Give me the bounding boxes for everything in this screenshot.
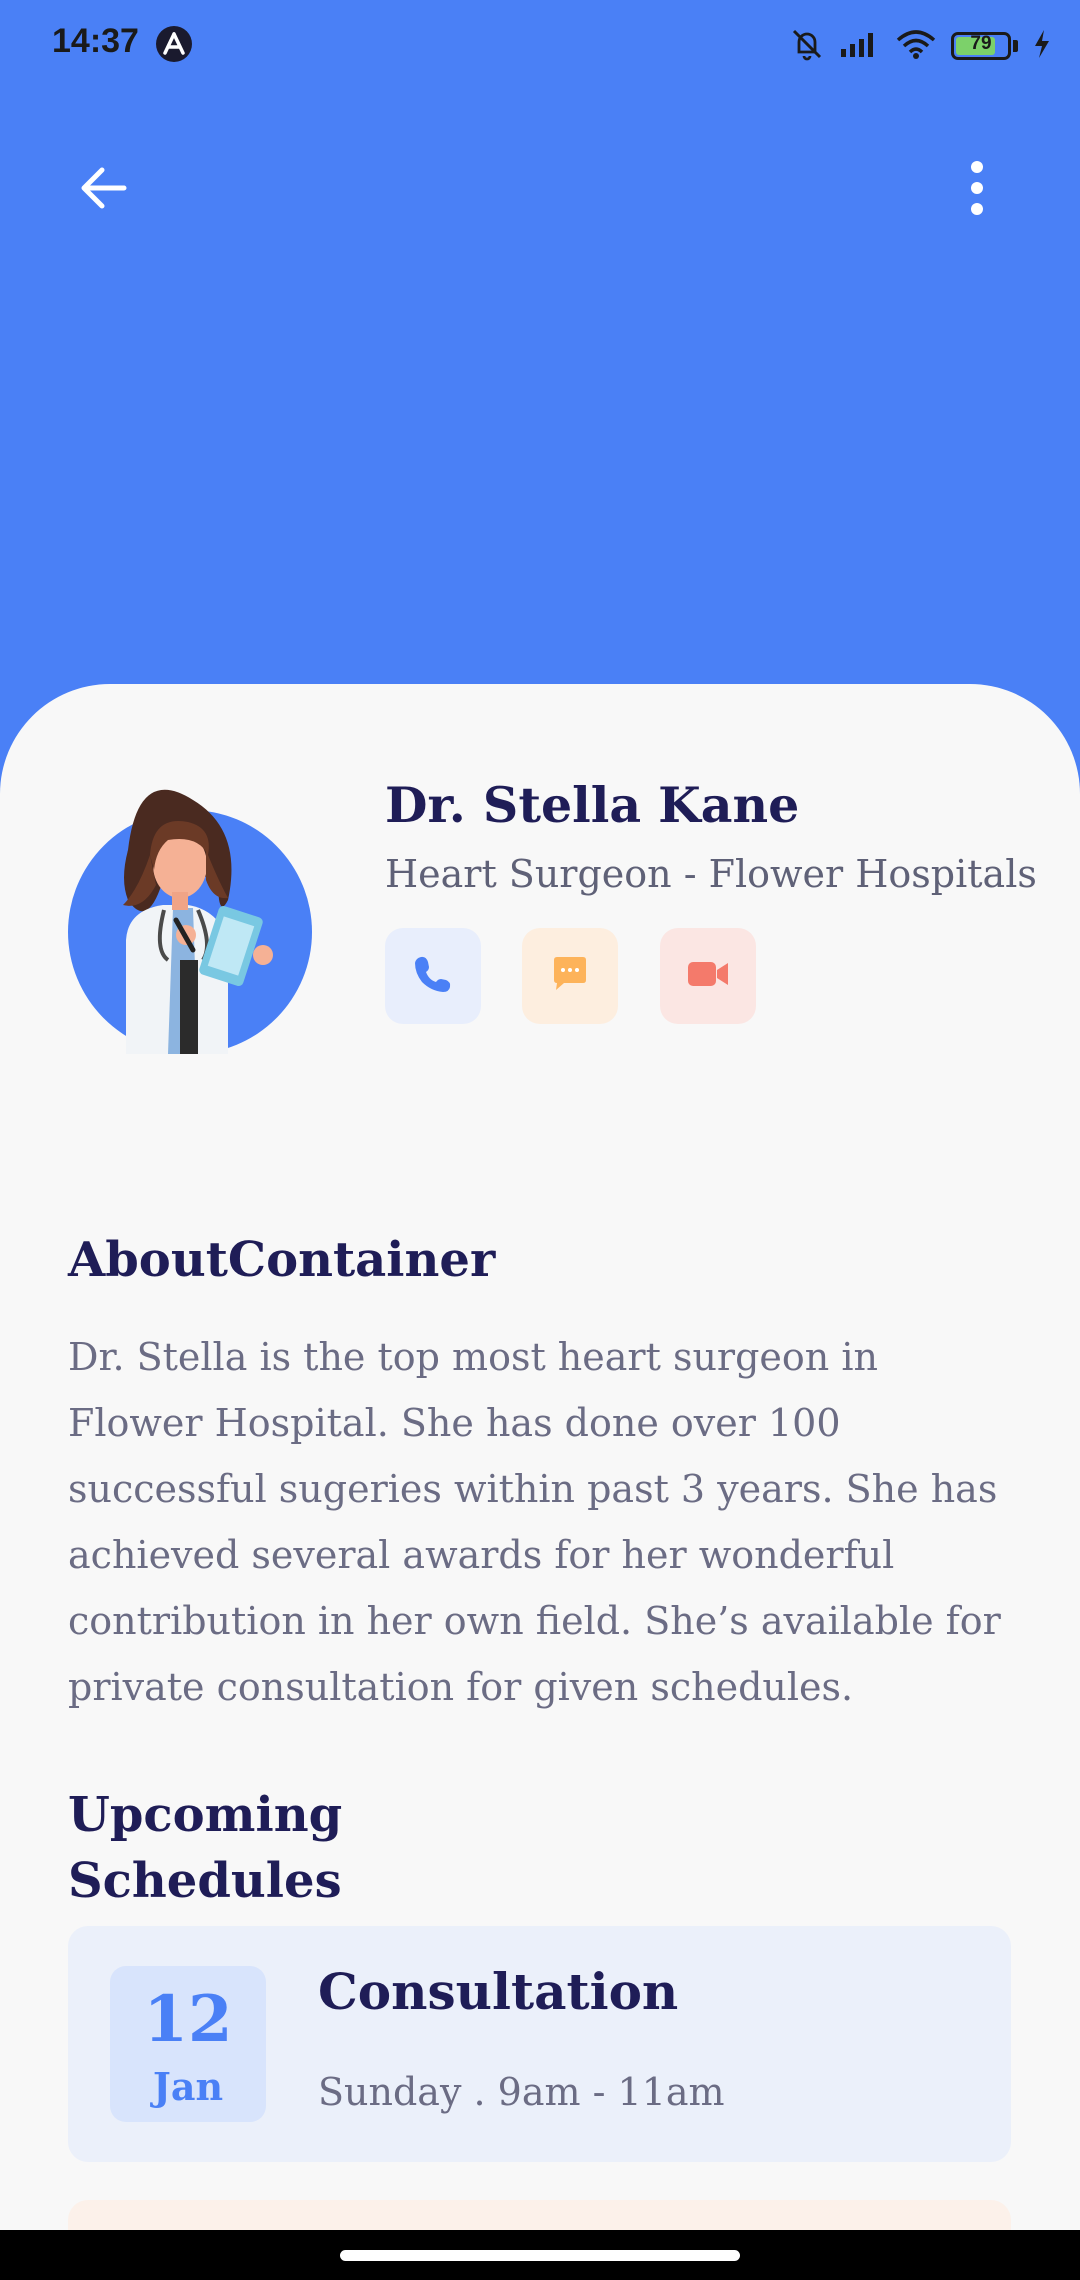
profile-sheet: Dr. Stella Kane Heart Surgeon - Flower H… [0, 684, 1080, 2230]
home-indicator[interactable] [340, 2250, 740, 2261]
app-notification-icon [156, 26, 192, 62]
charging-icon [1032, 28, 1052, 65]
status-bar: 14:37 79 [0, 0, 1080, 90]
video-call-button[interactable] [660, 928, 756, 1024]
call-button[interactable] [385, 928, 481, 1024]
video-camera-icon [685, 952, 731, 1000]
signal-icon [839, 29, 881, 64]
battery-tip [1013, 40, 1018, 52]
doctor-specialty: Heart Surgeon - Flower Hospitals [385, 852, 1037, 896]
doctor-avatar [68, 789, 312, 1054]
schedules-title: Upcoming Schedules [68, 1787, 343, 1909]
about-title: AboutContainer [68, 1232, 496, 1288]
schedule-card-next[interactable] [68, 2200, 1011, 2230]
mute-bell-icon [789, 26, 825, 67]
more-vertical-icon [967, 158, 987, 222]
status-icons: 79 [789, 24, 1052, 68]
phone-icon [411, 952, 455, 1000]
schedule-time: Sunday . 9am - 11am [318, 2070, 725, 2114]
battery-level: 79 [970, 33, 992, 54]
arrow-left-icon [76, 160, 132, 220]
doctor-illustration [123, 789, 273, 1054]
schedule-card[interactable]: 12 Jan Consultation Sunday . 9am - 11am [68, 1926, 1011, 2162]
status-time: 14:37 [52, 22, 139, 60]
battery-icon: 79 [951, 32, 1011, 60]
schedule-day: 12 [143, 1982, 233, 2057]
schedule-title: Consultation [318, 1962, 679, 2021]
doctor-name: Dr. Stella Kane [385, 776, 800, 834]
chat-icon [548, 952, 592, 1000]
about-text: Dr. Stella is the top most heart surgeon… [68, 1335, 1001, 1709]
back-button[interactable] [62, 148, 146, 232]
schedule-month: Jan [152, 2064, 224, 2109]
wifi-icon [895, 28, 937, 65]
schedule-date: 12 Jan [110, 1966, 266, 2122]
message-button[interactable] [522, 928, 618, 1024]
more-options-button[interactable] [942, 148, 1012, 232]
